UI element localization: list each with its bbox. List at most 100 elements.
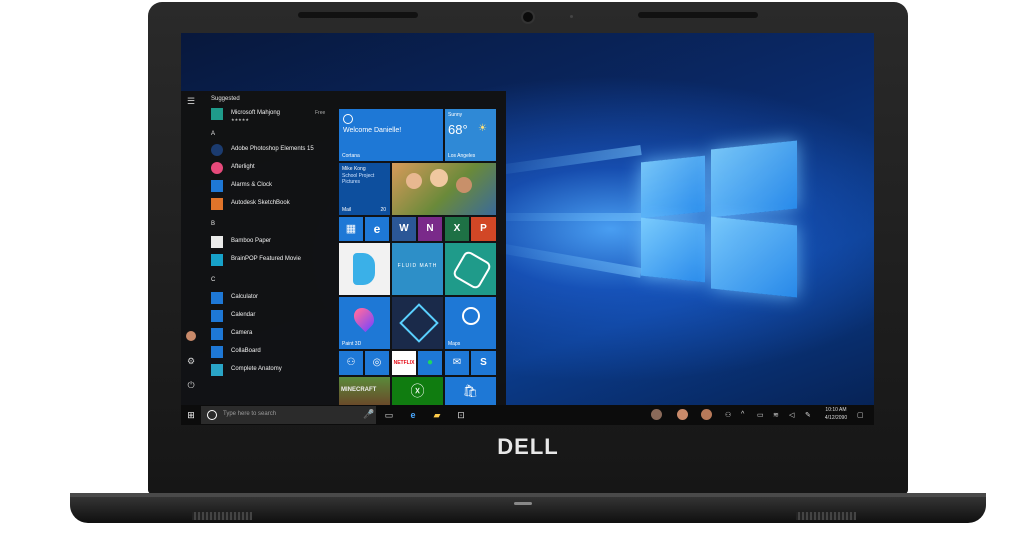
- webcam-icon: [521, 10, 535, 24]
- speaker-grille-left: [192, 512, 252, 520]
- weather-temp: 68°: [448, 122, 468, 137]
- dell-logo: DELL: [497, 434, 559, 459]
- task-view-icon[interactable]: ▭: [383, 409, 395, 421]
- list-item-alarms-clock[interactable]: Alarms & Clock: [211, 179, 336, 193]
- app-label: Autodesk SketchBook: [231, 200, 290, 206]
- store-taskbar-icon[interactable]: ⊡: [455, 409, 467, 421]
- user-avatar[interactable]: [186, 331, 196, 341]
- search-box[interactable]: Type here to search 🎤: [201, 406, 376, 424]
- list-item-bamboo-paper[interactable]: Bamboo Paper: [211, 235, 336, 249]
- sun-icon: ☀: [478, 123, 487, 134]
- list-item-complete-anatomy[interactable]: Complete Anatomy: [211, 363, 336, 377]
- tile-maps[interactable]: Maps: [445, 297, 496, 349]
- tile-cortana[interactable]: Welcome Danielle! Cortana: [339, 109, 443, 161]
- bezel-vent-right: [638, 12, 758, 18]
- clock-time[interactable]: 10:10 AM: [821, 407, 851, 413]
- calendar-icon: [211, 310, 223, 322]
- cortana-greeting: Welcome Danielle!: [343, 127, 402, 134]
- app-label: Bamboo Paper: [231, 238, 272, 244]
- onenote-icon[interactable]: N: [418, 217, 442, 241]
- search-placeholder: Type here to search: [223, 411, 277, 417]
- list-item-collaboard[interactable]: CollaBoard: [211, 345, 336, 359]
- instagram-icon[interactable]: ◎: [365, 351, 389, 375]
- volume-icon[interactable]: ◁: [789, 411, 794, 419]
- taskbar: ⊞ Type here to search 🎤 ▭ e ▰ ⊡ ⚇ ^ ▭ ≋ …: [181, 405, 874, 425]
- xbox-icon[interactable]: ⓧ: [392, 377, 443, 405]
- sketchbook-icon: [211, 198, 223, 210]
- calculator-icon: [211, 292, 223, 304]
- app-label: BrainPOP Featured Movie: [231, 256, 301, 262]
- people-avatar[interactable]: [701, 409, 712, 420]
- bamboo-icon: [211, 236, 223, 248]
- tile-fluid-math[interactable]: FLUID MATH: [392, 243, 443, 295]
- tile-weather[interactable]: Sunny 68° ☀ Los Angeles: [445, 109, 496, 161]
- app-label: Complete Anatomy: [231, 366, 282, 372]
- webcam-light: [570, 15, 573, 18]
- list-item-calendar[interactable]: Calendar: [211, 309, 336, 323]
- people-avatar[interactable]: [677, 409, 688, 420]
- tile-minecraft[interactable]: MINECRAFT: [339, 377, 390, 405]
- weather-condition: Sunny: [448, 112, 463, 118]
- collaboard-icon: [211, 346, 223, 358]
- cortana-search-icon: [207, 410, 217, 420]
- list-item-sketchbook[interactable]: Autodesk SketchBook: [211, 197, 336, 211]
- tile-bamboo[interactable]: [339, 243, 390, 295]
- photo-face: [430, 169, 448, 187]
- tile-label: Maps: [448, 341, 461, 347]
- people-icon[interactable]: ⚇: [339, 351, 363, 375]
- tile-photoshop[interactable]: [392, 297, 443, 349]
- calendar-tile-icon[interactable]: ▦: [339, 217, 363, 241]
- spotify-icon[interactable]: ●: [418, 351, 442, 375]
- photoshop-icon: [211, 144, 223, 156]
- list-item-calculator[interactable]: Calculator: [211, 291, 336, 305]
- windows-start-icon[interactable]: ⊞: [185, 409, 197, 421]
- edge-taskbar-icon[interactable]: e: [407, 409, 419, 421]
- mail-sender: Mike Kong: [342, 166, 366, 172]
- clock-date[interactable]: 4/12/2090: [821, 415, 851, 421]
- edge-icon[interactable]: e: [365, 217, 389, 241]
- people-avatar[interactable]: [651, 409, 662, 420]
- list-item-brainpop[interactable]: BrainPOP Featured Movie: [211, 253, 336, 267]
- tile-paint3d[interactable]: Paint 3D: [339, 297, 390, 349]
- list-item-microsoft-mahjong[interactable]: Microsoft Mahjong ★★★★★ Free: [211, 107, 336, 122]
- app-price-tag: Free: [315, 110, 326, 116]
- microphone-icon[interactable]: 🎤: [363, 409, 374, 420]
- netflix-icon[interactable]: NETFLIX: [392, 351, 416, 375]
- cortana-icon: [343, 114, 353, 124]
- skype-icon[interactable]: S: [471, 351, 496, 375]
- messenger-icon[interactable]: ✉: [445, 351, 469, 375]
- settings-icon[interactable]: ⚙: [185, 355, 197, 367]
- people-icon[interactable]: ⚇: [725, 411, 731, 419]
- mail-preview: Pictures: [342, 179, 361, 185]
- list-item-photoshop[interactable]: Adobe Photoshop Elements 15: [211, 143, 336, 157]
- group-letter[interactable]: C: [211, 277, 215, 283]
- list-item-camera[interactable]: Camera: [211, 327, 336, 341]
- excel-icon[interactable]: X: [445, 217, 469, 241]
- list-item-afterlight[interactable]: Afterlight: [211, 161, 336, 175]
- wifi-icon[interactable]: ≋: [773, 411, 779, 419]
- file-explorer-icon[interactable]: ▰: [431, 409, 443, 421]
- pen-icon[interactable]: ✎: [805, 411, 811, 419]
- hamburger-icon[interactable]: ☰: [185, 95, 197, 107]
- action-center-icon[interactable]: ▢: [857, 411, 864, 419]
- brainpop-icon: [211, 254, 223, 266]
- app-label: Adobe Photoshop Elements 15: [231, 146, 314, 152]
- group-letter[interactable]: B: [211, 221, 215, 227]
- paint3d-icon: [349, 303, 379, 333]
- tile-mail[interactable]: Mike Kong School Project Pictures Mail 2…: [339, 163, 390, 215]
- windows-logo-pane: [641, 155, 705, 219]
- powerpoint-icon[interactable]: P: [471, 217, 496, 241]
- fluid-math-label: FLUID MATH: [397, 263, 438, 269]
- tile-photos[interactable]: [392, 163, 496, 215]
- hexagon-icon: [451, 249, 493, 291]
- group-letter[interactable]: A: [211, 131, 215, 137]
- tile-hex-app[interactable]: [445, 243, 496, 295]
- power-icon[interactable]: ⏻: [185, 379, 197, 391]
- laptop-base-edge: [70, 493, 986, 497]
- store-icon[interactable]: 🛍: [445, 377, 496, 405]
- word-icon[interactable]: W: [392, 217, 416, 241]
- speaker-grille-right: [796, 512, 856, 520]
- battery-icon[interactable]: ▭: [757, 411, 764, 419]
- windows-logo-pane: [711, 216, 797, 298]
- chevron-up-icon[interactable]: ^: [741, 411, 744, 418]
